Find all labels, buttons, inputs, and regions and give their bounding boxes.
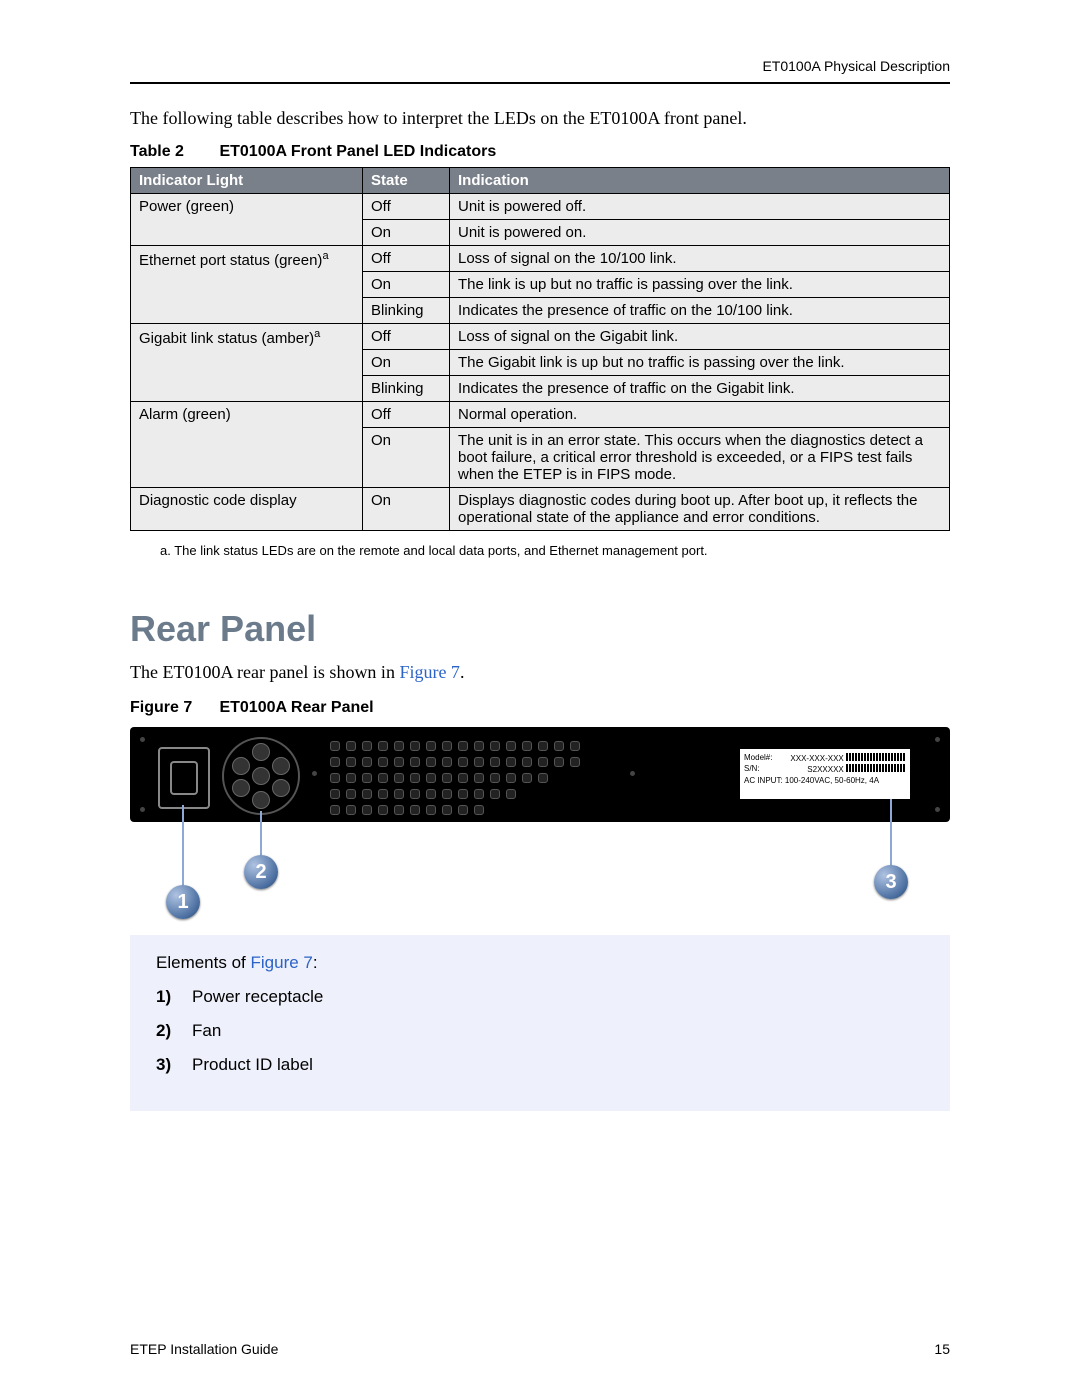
product-id-label: Model#: XXX-XXX-XXX S/N: S2XXXXX AC INPUT:… [740, 749, 910, 799]
id-sn-val: S2XXXXX [807, 765, 843, 774]
figure7-link[interactable]: Figure 7 [399, 662, 460, 682]
intro-text: The following table describes how to int… [130, 108, 950, 129]
cell-state: Off [363, 246, 450, 272]
cell-indicator-light: Gigabit link status (amber)a [131, 324, 363, 402]
rear-intro: The ET0100A rear panel is shown in Figur… [130, 662, 950, 683]
footer-guide-name: ETEP Installation Guide [130, 1341, 278, 1357]
cell-indication: Unit is powered on. [450, 220, 950, 246]
th-indicator-light: Indicator Light [131, 168, 363, 194]
table-row: Alarm (green)OffNormal operation. [131, 402, 950, 428]
callout-3: 3 [874, 865, 908, 899]
led-table: Indicator Light State Indication Power (… [130, 167, 950, 531]
list-item: 2)Fan [156, 1021, 924, 1041]
table2-label: Table 2 [130, 143, 215, 161]
footer-page-number: 15 [934, 1341, 950, 1357]
cell-state: On [363, 350, 450, 376]
figure7-label: Figure 7 [130, 699, 215, 717]
vent-holes [330, 741, 610, 807]
footnote-text: The link status LEDs are on the remote a… [174, 543, 707, 558]
cell-state: Blinking [363, 298, 450, 324]
list-item-number: 3) [156, 1055, 192, 1075]
callout-2: 2 [244, 855, 278, 889]
table-row: Power (green)OffUnit is powered off. [131, 194, 950, 220]
cell-indicator-light: Ethernet port status (green)a [131, 246, 363, 324]
cell-indication: Unit is powered off. [450, 194, 950, 220]
cell-state: On [363, 272, 450, 298]
cell-state: On [363, 488, 450, 531]
figure-elements-box: Elements of Figure 7: 1)Power receptacle… [130, 935, 950, 1111]
id-sn-key: S/N: [744, 764, 760, 775]
list-item-text: Power receptacle [192, 987, 323, 1006]
list-item-text: Fan [192, 1021, 221, 1040]
elements-title-pre: Elements of [156, 953, 251, 972]
table2-caption: Table 2 ET0100A Front Panel LED Indicato… [130, 143, 950, 161]
cell-indicator-light: Power (green) [131, 194, 363, 246]
cell-indication: The link is up but no traffic is passing… [450, 272, 950, 298]
table-row: Gigabit link status (amber)aOffLoss of s… [131, 324, 950, 350]
list-item-number: 1) [156, 987, 192, 1007]
cell-state: Off [363, 402, 450, 428]
cell-state: On [363, 220, 450, 246]
cell-state: Off [363, 194, 450, 220]
cell-indicator-light: Diagnostic code display [131, 488, 363, 531]
cell-indication: The Gigabit link is up but no traffic is… [450, 350, 950, 376]
rear-intro-pre: The ET0100A rear panel is shown in [130, 662, 399, 682]
section-heading-rear-panel: Rear Panel [130, 608, 950, 650]
cell-indication: Loss of signal on the Gigabit link. [450, 324, 950, 350]
fan-icon [222, 737, 300, 815]
page-footer: ETEP Installation Guide 15 [130, 1341, 950, 1357]
list-item-text: Product ID label [192, 1055, 313, 1074]
figure7-link-2[interactable]: Figure 7 [251, 953, 313, 972]
id-ac-input: AC INPUT: 100-240VAC, 50-60Hz, 4A [744, 776, 906, 786]
th-state: State [363, 168, 450, 194]
elements-title-post: : [313, 953, 318, 972]
cell-state: On [363, 428, 450, 488]
cell-indication: The unit is in an error state. This occu… [450, 428, 950, 488]
barcode-icon [846, 753, 906, 761]
cell-indication: Normal operation. [450, 402, 950, 428]
table-row: Ethernet port status (green)aOffLoss of … [131, 246, 950, 272]
cell-indication: Loss of signal on the 10/100 link. [450, 246, 950, 272]
rear-intro-post: . [460, 662, 465, 682]
power-receptacle-icon [158, 747, 210, 809]
header-rule [130, 82, 950, 84]
cell-state: Off [363, 324, 450, 350]
table-row: Diagnostic code displayOnDisplays diagno… [131, 488, 950, 531]
table2-title: ET0100A Front Panel LED Indicators [219, 143, 496, 160]
rear-panel-figure: Model#: XXX-XXX-XXX S/N: S2XXXXX AC INPUT:… [130, 727, 950, 927]
cell-indicator-light: Alarm (green) [131, 402, 363, 488]
cell-indication: Indicates the presence of traffic on the… [450, 376, 950, 402]
barcode-icon [846, 764, 906, 772]
list-item: 3)Product ID label [156, 1055, 924, 1075]
page-header-section: ET0100A Physical Description [130, 58, 950, 74]
cell-indication: Indicates the presence of traffic on the… [450, 298, 950, 324]
elements-title: Elements of Figure 7: [156, 953, 924, 973]
cell-state: Blinking [363, 376, 450, 402]
th-indication: Indication [450, 168, 950, 194]
list-item: 1)Power receptacle [156, 987, 924, 1007]
footnote-marker: a. [160, 543, 171, 558]
figure7-title: ET0100A Rear Panel [219, 699, 373, 716]
cell-indication: Displays diagnostic codes during boot up… [450, 488, 950, 531]
callout-1: 1 [166, 885, 200, 919]
list-item-number: 2) [156, 1021, 192, 1041]
id-model-key: Model#: [744, 753, 772, 764]
id-model-val: XXX-XXX-XXX [790, 754, 843, 763]
rear-panel-chassis: Model#: XXX-XXX-XXX S/N: S2XXXXX AC INPUT:… [130, 727, 950, 822]
table-footnote: a. The link status LEDs are on the remot… [160, 543, 950, 558]
figure7-caption: Figure 7 ET0100A Rear Panel [130, 699, 950, 717]
